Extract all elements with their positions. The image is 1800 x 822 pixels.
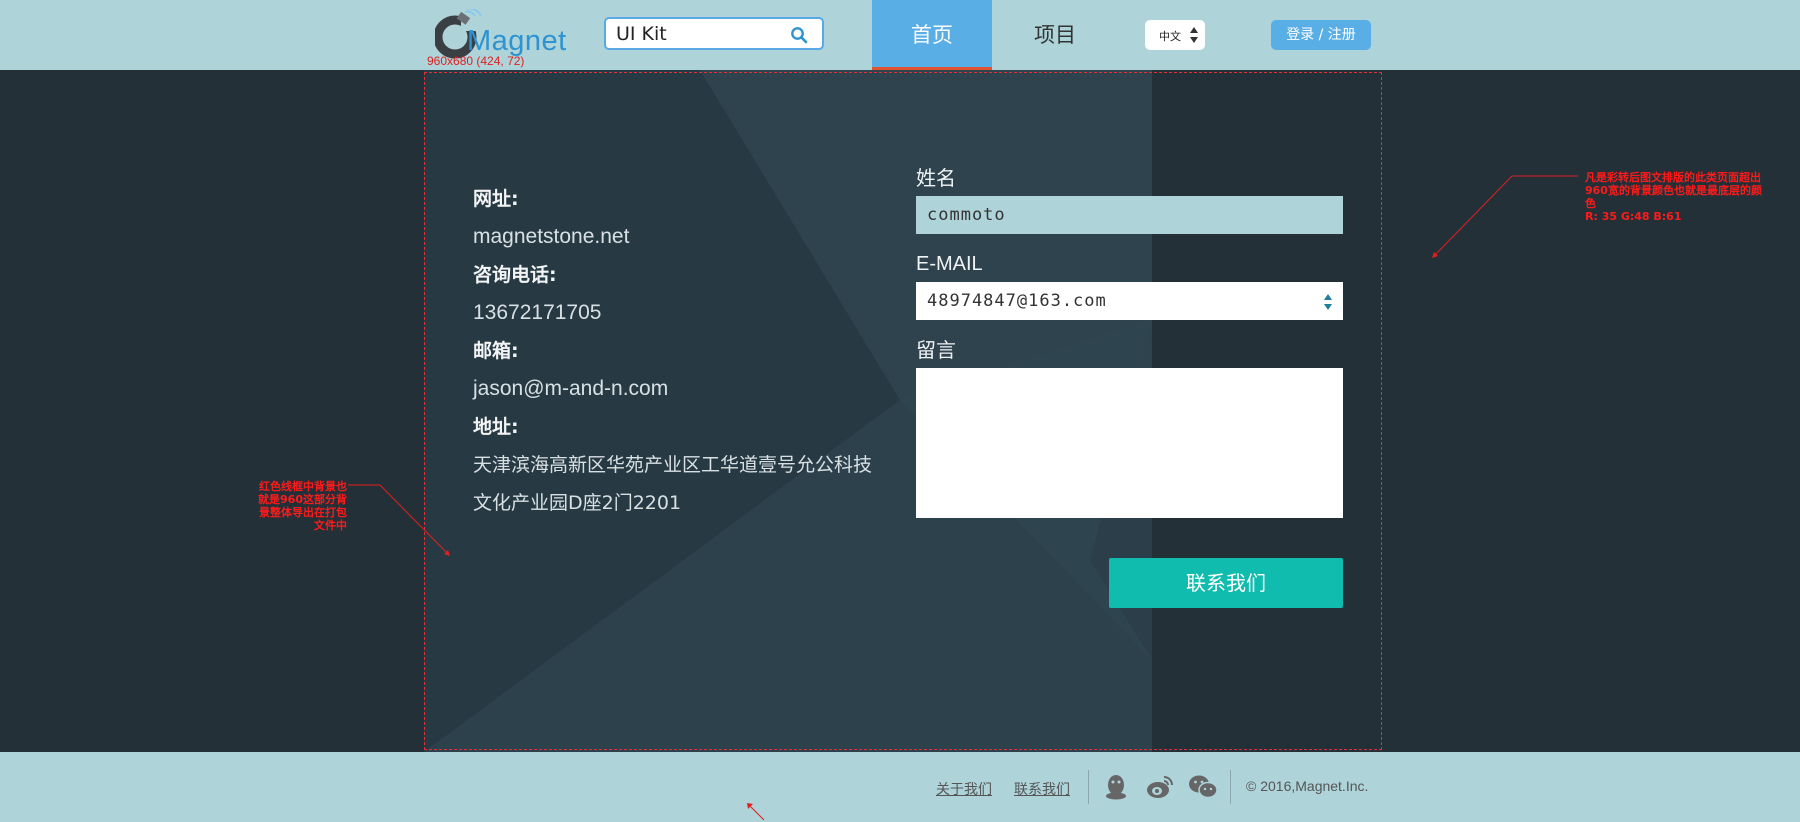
website-label: 网址:	[473, 188, 519, 210]
message-field[interactable]	[916, 368, 1343, 518]
address-label: 地址:	[473, 416, 519, 438]
name-label: 姓名	[916, 166, 956, 190]
contact-us-button[interactable]: 联系我们	[1109, 558, 1343, 608]
annotation-arrow	[747, 803, 765, 821]
dimension-note: 960x680 (424, 72)	[427, 54, 525, 68]
search-input[interactable]	[616, 22, 786, 46]
language-value: 中文	[1159, 30, 1181, 43]
search-icon[interactable]	[790, 26, 808, 44]
email-label: 邮箱:	[473, 340, 519, 362]
footer-divider	[1230, 770, 1231, 804]
stepper-arrows-icon[interactable]	[1323, 293, 1333, 311]
updown-arrows-icon	[1190, 27, 1198, 43]
address-value: 天津滨海高新区华苑产业区工华道壹号允公科技文化产业园D座2门2201	[473, 454, 873, 514]
search-box[interactable]	[604, 17, 824, 50]
contact-form: 姓名 E-MAIL 留言 联系我们	[916, 160, 1343, 608]
header: Magnet 960x680 (424, 72) 首页 项目 中文 登录 / 注…	[0, 0, 1800, 70]
login-register-button[interactable]: 登录 / 注册	[1271, 20, 1371, 50]
phone-label: 咨询电话:	[473, 264, 557, 286]
nav-tab-home-label: 首页	[911, 23, 953, 47]
contact-section: 网址: magnetstone.net 咨询电话: 13672171705 邮箱…	[0, 70, 1800, 752]
annotation-note-left: 红色线框中背景也就是960这部分背景整体导出在打包文件中	[258, 480, 347, 532]
footer-link-about[interactable]: 关于我们	[936, 779, 992, 799]
nav-tab-home[interactable]: 首页	[872, 0, 992, 70]
nav-tab-projects[interactable]: 项目	[992, 0, 1118, 70]
email-field[interactable]	[916, 282, 1318, 320]
footer-divider	[1088, 770, 1089, 804]
email-value[interactable]: jason@m-and-n.com	[473, 370, 873, 408]
weibo-icon[interactable]	[1146, 774, 1174, 800]
copyright-text: © 2016,Magnet.Inc.	[1246, 778, 1369, 794]
nav-tab-projects-label: 项目	[1034, 23, 1076, 47]
qq-icon[interactable]	[1104, 774, 1128, 800]
email-field-label: E-MAIL	[916, 253, 983, 275]
message-label: 留言	[916, 338, 956, 362]
phone-value: 13672171705	[473, 301, 602, 324]
name-field[interactable]	[916, 196, 1343, 234]
footer-link-contact[interactable]: 联系我们	[1014, 779, 1070, 799]
website-value[interactable]: magnetstone.net	[473, 218, 873, 256]
footer: 关于我们 联系我们 © 2016,Magnet.Inc.	[0, 752, 1800, 822]
email-field-wrapper[interactable]	[916, 282, 1343, 320]
language-select[interactable]: 中文	[1145, 20, 1205, 50]
contact-info: 网址: magnetstone.net 咨询电话: 13672171705 邮箱…	[473, 180, 873, 522]
annotation-note-right: 凡是彩转后图文排版的此类页面超出960宽的背景颜色也就是最底层的颜色 R: 35…	[1585, 171, 1762, 223]
wechat-icon[interactable]	[1188, 774, 1218, 800]
